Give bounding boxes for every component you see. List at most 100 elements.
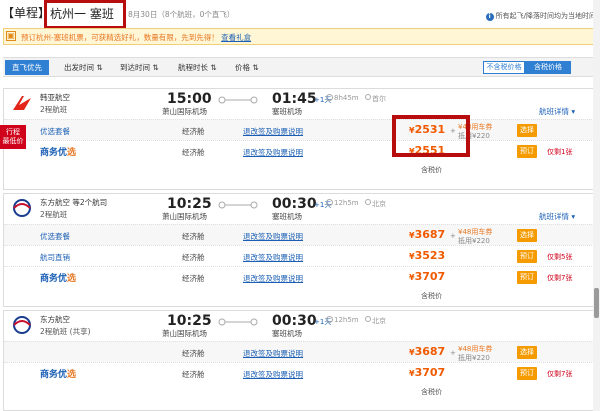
fare-row: 商务优选 经济舱 退改签及购票说明 ¥2551 预订 仅剩1张 <box>4 140 596 161</box>
arrival-time: 01:45 <box>272 91 317 107</box>
toggle-exclude-tax[interactable]: 不含税价格 <box>483 61 525 74</box>
fare-row: 商务优选 经济舱 退改签及购票说明 ¥3707 预订 仅剩7张 <box>4 362 596 383</box>
tax-note: 含税价 <box>421 292 442 300</box>
package-name[interactable]: 优选套餐 <box>40 231 70 242</box>
route-arrow-icon <box>218 318 258 326</box>
flight-card: 韩亚航空 2程航班 15:00 萧山国际机场 01:45 +1天 塞班机场 8h… <box>3 88 597 190</box>
package-name[interactable]: 优选套餐 <box>40 126 70 137</box>
lowest-price-ribbon: 行程 最低价 <box>0 125 26 149</box>
tax-row: 含税价 <box>4 161 596 182</box>
rules-link[interactable]: 退改签及购票说明 <box>243 273 303 284</box>
departure-airport: 萧山国际机场 <box>162 107 207 116</box>
china-eastern-logo-icon <box>13 316 31 334</box>
book-button[interactable]: 预订 <box>517 271 537 284</box>
stop-city: 首尔 <box>372 95 386 103</box>
duration: 8h45m <box>334 94 359 102</box>
seats-left: 仅剩5张 <box>547 253 573 261</box>
flight-card: 东方航空 等2个航司 2程航班 10:25 萧山国际机场 00:30 +1天 塞… <box>3 193 597 307</box>
select-button[interactable]: 选择 <box>517 346 537 359</box>
fare-row: 优选套餐 经济舱 退改签及购票说明 ¥2531 + ¥48用车券 抵用¥220 … <box>4 119 596 140</box>
sort-departure-time[interactable]: 出发时间 ⇅ <box>64 62 103 73</box>
stop-pin-icon <box>365 316 371 322</box>
flight-subtype: 2程航班 <box>40 210 68 219</box>
fare-row: 经济舱 退改签及购票说明 ¥3687 + ¥48用车券 抵用¥220 选择 <box>4 341 596 362</box>
flight-card: 东方航空 2程航班 (共享) 10:25 萧山国际机场 00:30 +1天 塞班… <box>3 310 597 411</box>
book-button[interactable]: 预订 <box>517 367 537 380</box>
seats-left: 仅剩1张 <box>547 148 573 156</box>
departure-airport: 萧山国际机场 <box>162 212 207 221</box>
fare-price: ¥3707 <box>409 366 446 379</box>
book-button[interactable]: 预订 <box>517 145 537 158</box>
stop-pin-icon <box>365 199 371 205</box>
route-title: 杭州一 塞班 <box>50 7 114 21</box>
flight-detail-link[interactable]: 航班详情 ▾ <box>539 106 575 117</box>
tax-note: 含税价 <box>421 166 442 174</box>
date-info: 8月30日（8个航班，0个直飞） <box>128 10 235 19</box>
flight-header: 东方航空 等2个航司 2程航班 10:25 萧山国际机场 00:30 +1天 塞… <box>4 194 596 224</box>
package-name[interactable]: 航司直销 <box>40 252 70 263</box>
china-eastern-logo-icon <box>13 199 31 217</box>
seats-left: 仅剩7张 <box>547 370 573 378</box>
rules-link[interactable]: 退改签及购票说明 <box>243 252 303 263</box>
stop-pin-icon <box>365 94 371 100</box>
select-button[interactable]: 选择 <box>517 229 537 242</box>
flight-header: 韩亚航空 2程航班 15:00 萧山国际机场 01:45 +1天 塞班机场 8h… <box>4 89 596 119</box>
sort-direct-first[interactable]: 直飞优先 <box>5 60 49 75</box>
departure-airport: 萧山国际机场 <box>162 329 207 338</box>
cabin-class: 经济舱 <box>182 232 205 241</box>
arrival-airport: 塞班机场 <box>272 329 302 338</box>
scrollbar-thumb[interactable] <box>594 288 599 318</box>
rules-link[interactable]: 退改签及购票说明 <box>243 369 303 380</box>
sort-arrival-time[interactable]: 到达时间 ⇅ <box>120 62 159 73</box>
gift-icon: ▣ <box>6 31 16 41</box>
sort-duration[interactable]: 航程时长 ⇅ <box>178 62 217 73</box>
duration: 12h5m <box>334 316 359 324</box>
promo-link[interactable]: 查看礼盒 <box>221 33 251 42</box>
flight-detail-link[interactable]: 航班详情 ▾ <box>539 211 575 222</box>
select-button[interactable]: 选择 <box>517 124 537 137</box>
arrival-airport: 塞班机场 <box>272 107 302 116</box>
fare-price: ¥3687 <box>409 228 446 241</box>
flight-subtype: 2程航班 (共享) <box>40 327 91 336</box>
scrollbar-track[interactable] <box>593 0 600 411</box>
package-name[interactable]: 商务优选 <box>40 271 76 284</box>
arrival-time: 00:30 <box>272 196 317 212</box>
stop-city: 北京 <box>372 200 386 208</box>
stop-city: 北京 <box>372 317 386 325</box>
cabin-class: 经济舱 <box>182 253 205 262</box>
arrival-time: 00:30 <box>272 313 317 329</box>
fare-price: ¥3687 <box>409 345 446 358</box>
departure-time: 10:25 <box>167 313 212 329</box>
arrival-airport: 塞班机场 <box>272 212 302 221</box>
route-arrow-icon <box>218 96 258 104</box>
local-time-note: i 所有起飞/降落时间均为当地时间 <box>485 11 596 21</box>
cabin-class: 经济舱 <box>182 349 205 358</box>
cabin-class: 经济舱 <box>182 127 205 136</box>
sort-price[interactable]: 价格 ⇅ <box>235 62 259 73</box>
fare-row: 优选套餐 经济舱 退改签及购票说明 ¥3687 + ¥48用车券 抵用¥220 … <box>4 224 596 245</box>
rules-link[interactable]: 退改签及购票说明 <box>243 231 303 242</box>
cabin-class: 经济舱 <box>182 274 205 283</box>
tax-note: 含税价 <box>421 388 442 396</box>
package-name[interactable]: 商务优选 <box>40 367 76 380</box>
promo-text: 预订杭州-塞班机票，可获精选好礼，数量有限，先到先得！ 查看礼盒 <box>21 33 252 42</box>
clock-icon <box>326 94 333 101</box>
tax-row: 含税价 <box>4 287 596 308</box>
airline-name: 东方航空 <box>40 315 70 324</box>
route-arrow-icon <box>218 201 258 209</box>
tax-row: 含税价 <box>4 383 596 404</box>
package-name[interactable]: 商务优选 <box>40 145 76 158</box>
fare-row: 商务优选 经济舱 退改签及购票说明 ¥3707 预订 仅剩7张 <box>4 266 596 287</box>
flight-subtype: 2程航班 <box>40 105 68 114</box>
airline-name: 东方航空 等2个航司 <box>40 198 108 207</box>
book-button[interactable]: 预订 <box>517 250 537 263</box>
rules-link[interactable]: 退改签及购票说明 <box>243 147 303 158</box>
asiana-logo-icon <box>13 96 31 110</box>
toggle-include-tax[interactable]: 含税价格 <box>525 61 571 74</box>
rules-link[interactable]: 退改签及购票说明 <box>243 348 303 359</box>
cabin-class: 经济舱 <box>182 370 205 379</box>
rules-link[interactable]: 退改签及购票说明 <box>243 126 303 137</box>
airline-name: 韩亚航空 <box>40 93 70 102</box>
price-highlight-box <box>392 115 470 157</box>
info-icon: i <box>485 13 494 21</box>
